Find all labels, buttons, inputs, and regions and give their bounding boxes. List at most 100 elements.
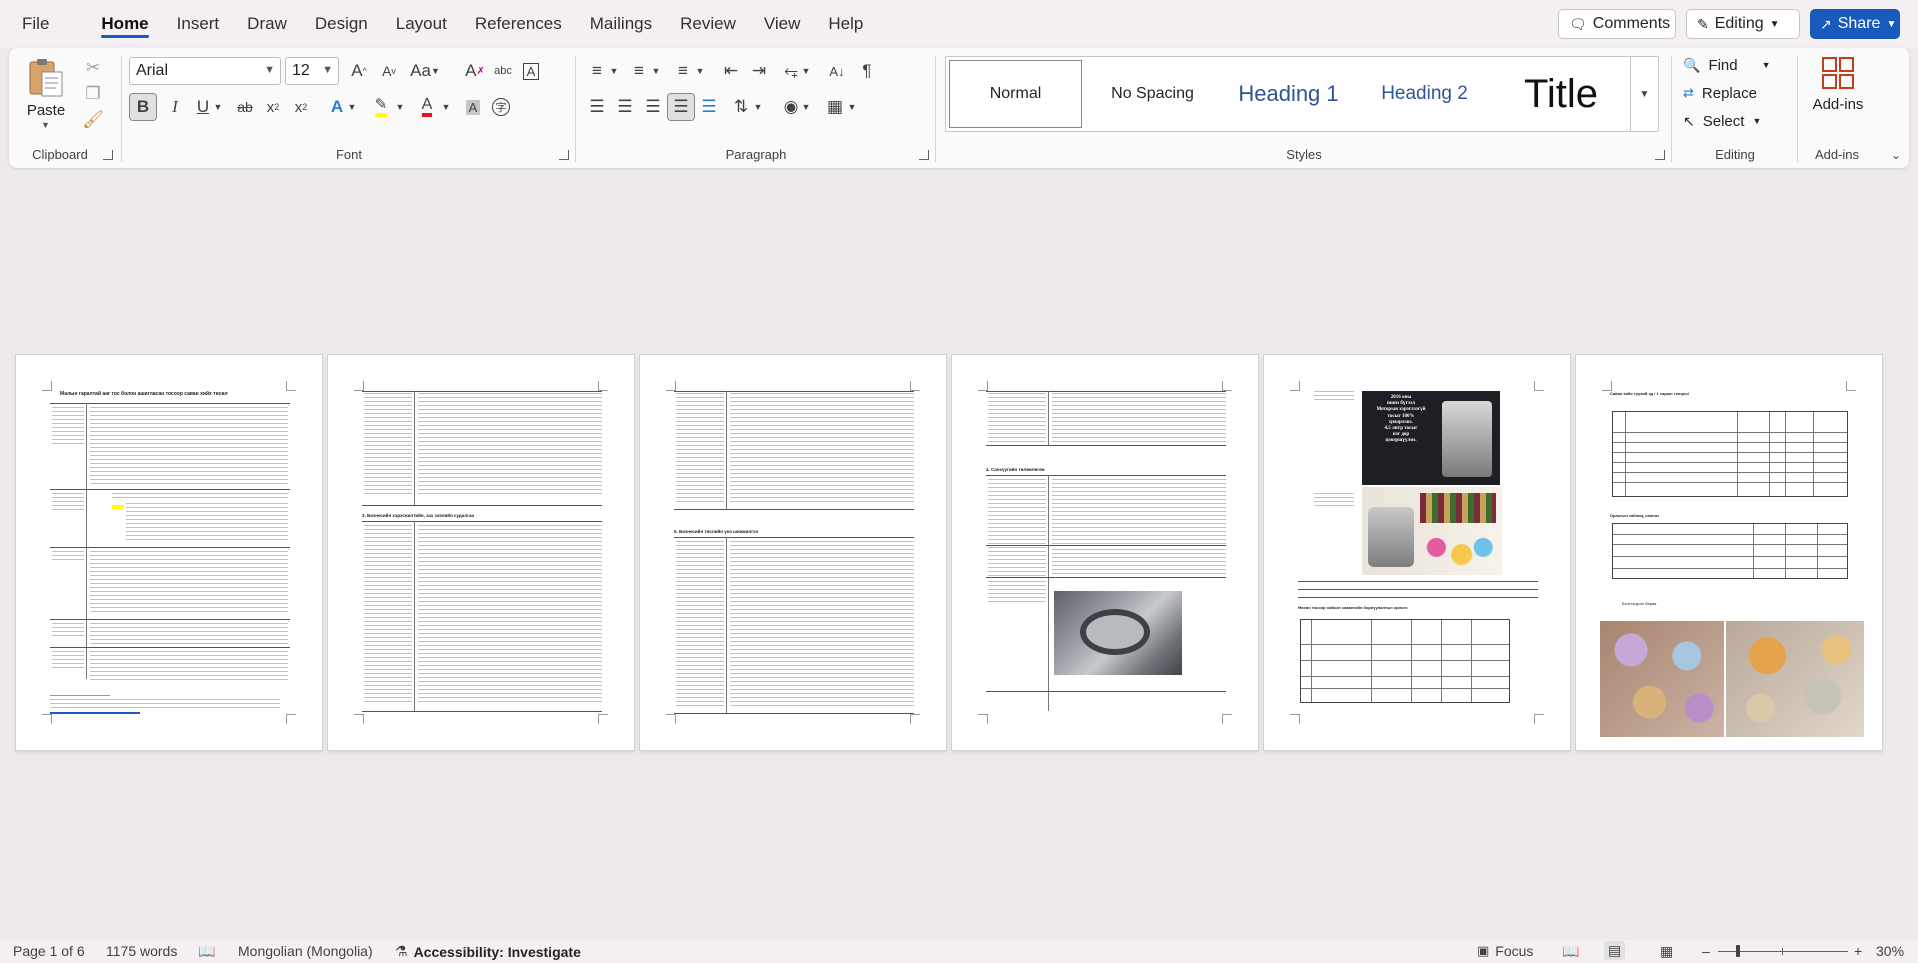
font-name-combo[interactable]: Arial ▼	[129, 57, 281, 85]
addins-button[interactable]: Add-ins	[1803, 54, 1873, 134]
decrease-indent-icon[interactable]: ⇤	[717, 57, 745, 85]
document-page-6[interactable]: Саван хийх түүхий эд / 1 сарын тооцоо/ О…	[1576, 355, 1882, 750]
proofing-button[interactable]: 📖	[198, 943, 215, 960]
accessibility-label: Accessibility: Investigate	[413, 943, 581, 960]
text-block	[676, 393, 724, 505]
shrink-font-icon[interactable]: Av	[375, 57, 403, 85]
chevron-down-icon[interactable]: ▼	[439, 93, 453, 121]
italic-button[interactable]: I	[161, 93, 189, 121]
replace-button[interactable]: ⇄ Replace	[1683, 80, 1757, 106]
paragraph-launcher-icon[interactable]	[919, 150, 929, 160]
chevron-down-icon[interactable]: ▼	[693, 57, 707, 85]
copy-icon[interactable]: ❐	[79, 80, 107, 108]
chevron-down-icon[interactable]: ▼	[345, 93, 359, 121]
subscript-button[interactable]: x2	[259, 93, 287, 121]
grow-font-icon[interactable]: A ^	[345, 57, 373, 85]
zoom-out-button[interactable]: –	[1702, 943, 1710, 959]
change-case-icon[interactable]: Aa ▼	[407, 57, 443, 85]
chevron-down-icon[interactable]: ▼	[649, 57, 663, 85]
web-layout-button[interactable]: ▦	[1660, 943, 1673, 960]
chevron-down-icon[interactable]: ▼	[799, 57, 813, 85]
select-button[interactable]: ↖ Select ▼	[1683, 108, 1761, 134]
tab-view[interactable]: View	[750, 0, 815, 48]
page-count[interactable]: Page 1 of 6	[13, 943, 85, 959]
collapse-ribbon-icon[interactable]: ⌄	[1891, 148, 1901, 162]
clipboard-launcher-icon[interactable]	[103, 150, 113, 160]
tab-layout[interactable]: Layout	[382, 0, 461, 48]
zoom-slider[interactable]	[1718, 945, 1848, 957]
paste-button[interactable]: Paste ▼	[23, 54, 69, 132]
increase-indent-icon[interactable]: ⇥	[745, 57, 773, 85]
highlight-color-button[interactable]: ✎	[367, 93, 395, 121]
document-page-4[interactable]: 4. Санхүүгийн төлөвлөгөө	[952, 355, 1258, 750]
zoom-in-button[interactable]: +	[1854, 943, 1862, 959]
show-formatting-marks-icon[interactable]: ¶	[853, 57, 881, 85]
sort-icon[interactable]: A↓	[823, 57, 851, 85]
equipment-photo[interactable]	[1054, 591, 1182, 675]
phonetic-guide-icon[interactable]: abc	[489, 57, 517, 85]
focus-button[interactable]: ▣ Focus	[1477, 943, 1533, 959]
tab-draw[interactable]: Draw	[233, 0, 301, 48]
find-button[interactable]: 🔍 Find ▼	[1683, 52, 1771, 78]
document-page-3[interactable]: 5. Бизнесийн төслийн үнэ шинжилгээ	[640, 355, 946, 750]
chevron-down-icon[interactable]: ▼	[393, 93, 407, 121]
materials-table[interactable]	[1612, 411, 1848, 497]
cut-icon[interactable]: ✂	[79, 54, 107, 82]
income-table[interactable]	[1612, 523, 1848, 579]
chevron-down-icon: ▼	[1769, 18, 1780, 30]
text-block	[52, 551, 84, 561]
font-color-button[interactable]: A	[413, 93, 441, 121]
products-photo[interactable]	[1362, 487, 1502, 575]
strikethrough-button[interactable]: ab	[231, 93, 259, 121]
chevron-down-icon[interactable]: ▼	[607, 57, 621, 85]
document-page-5[interactable]: 2016 оны шинэ бүтээл Моторын хэрэглээгүй…	[1264, 355, 1570, 750]
clipboard-group: Paste ▼ ✂ ❐ 🖌 Clipboard	[9, 48, 121, 168]
chevron-down-icon[interactable]: ▼	[211, 93, 225, 121]
share-button[interactable]: ↗ Share ▼	[1810, 9, 1900, 39]
character-shading-icon[interactable]: A	[459, 93, 487, 121]
footnote-link[interactable]	[50, 712, 140, 714]
zoom-level[interactable]: 30%	[1876, 943, 1904, 959]
editing-mode-button[interactable]: ✎ Editing ▼	[1686, 9, 1800, 39]
tab-review[interactable]: Review	[666, 0, 750, 48]
comments-button[interactable]: 🗨 Comments	[1558, 9, 1676, 39]
format-painter-icon[interactable]: 🖌	[79, 106, 107, 134]
align-center-icon[interactable]: ☰	[611, 93, 639, 121]
superscript-button[interactable]: x2	[287, 93, 315, 121]
tab-home[interactable]: Home	[87, 0, 162, 48]
styles-launcher-icon[interactable]	[1655, 150, 1665, 160]
character-border-icon[interactable]: A	[517, 57, 545, 85]
language-indicator[interactable]: Mongolian (Mongolia)	[238, 943, 373, 959]
sales-table[interactable]	[1300, 619, 1510, 703]
font-size-combo[interactable]: 12 ▼	[285, 57, 339, 85]
tab-file[interactable]: File	[0, 0, 63, 48]
chevron-down-icon[interactable]: ▼	[799, 93, 813, 121]
zoom-slider-thumb[interactable]	[1736, 945, 1740, 957]
justify-icon[interactable]: ☰	[667, 93, 695, 121]
document-page-1[interactable]: Малын гаралтай ааг тос болон ашигласан т…	[16, 355, 322, 750]
document-page-2[interactable]: 3. Бизнесийн хэрэгжилтийн, зах зээлийн с…	[328, 355, 634, 750]
clear-formatting-icon[interactable]: A ✗	[461, 57, 489, 85]
product-kettle	[1368, 507, 1414, 567]
distributed-icon[interactable]: ☰	[695, 93, 723, 121]
bold-button[interactable]: B	[129, 93, 157, 121]
font-launcher-icon[interactable]	[559, 150, 569, 160]
align-right-icon[interactable]: ☰	[639, 93, 667, 121]
tab-help[interactable]: Help	[814, 0, 877, 48]
tab-references[interactable]: References	[461, 0, 576, 48]
tab-mailings[interactable]: Mailings	[576, 0, 666, 48]
print-layout-button[interactable]: ▤	[1604, 941, 1626, 960]
tab-insert[interactable]: Insert	[163, 0, 234, 48]
chevron-down-icon[interactable]: ▼	[845, 93, 859, 121]
promo-banner-image[interactable]: 2016 оны шинэ бүтээл Моторын хэрэглээгүй…	[1362, 391, 1500, 485]
accessibility-button[interactable]: ⚗ Accessibility: Investigate	[395, 943, 581, 960]
search-icon: 🔍	[1683, 56, 1701, 73]
soap-photo-right[interactable]	[1726, 621, 1864, 737]
word-count[interactable]: 1175 words	[106, 943, 177, 959]
chevron-down-icon[interactable]: ▼	[751, 93, 765, 121]
soap-photo-left[interactable]	[1600, 621, 1724, 737]
read-mode-button[interactable]: 📖	[1562, 943, 1579, 960]
align-left-icon[interactable]: ☰	[583, 93, 611, 121]
enclose-characters-icon[interactable]: 字	[487, 93, 515, 121]
tab-design[interactable]: Design	[301, 0, 382, 48]
